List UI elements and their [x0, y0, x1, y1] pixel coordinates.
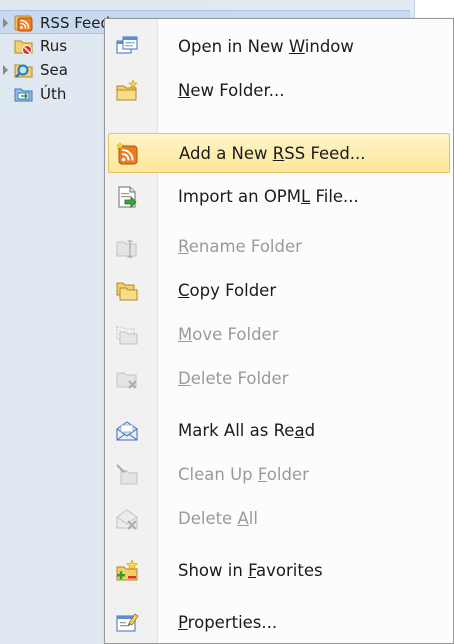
rss-folder-icon [14, 15, 33, 32]
menu-item-label: Delete All [178, 509, 258, 528]
search-folder-icon [14, 64, 33, 78]
menu-item-label: Clean Up Folder [178, 465, 309, 484]
menu-item-clean-up-folder[interactable]: Clean Up Folder [108, 455, 450, 495]
open-new-window-icon [116, 36, 138, 54]
menu-item-label: Mark All as Read [178, 421, 316, 440]
menu-item-new-folder[interactable]: New Folder... [108, 71, 450, 111]
context-menu: Open in New Window New Folder... Add a N… [104, 18, 454, 644]
tree-item-label: Sea [40, 61, 68, 79]
menu-item-copy-folder[interactable]: Copy Folder [108, 271, 450, 311]
tree-item-label: Rus [40, 37, 68, 55]
menu-item-label: Rename Folder [178, 237, 302, 256]
properties-icon [116, 613, 139, 632]
menu-item-label: Show in Favorites [178, 561, 323, 580]
menu-item-rename-folder[interactable]: Rename Folder [108, 227, 450, 267]
menu-item-mark-all-as-read[interactable]: Mark All as Read [108, 411, 450, 451]
delete-folder-icon [116, 372, 137, 389]
menu-item-label: Delete Folder [178, 369, 289, 388]
menu-item-label: Move Folder [178, 325, 279, 344]
show-in-favorites-icon [116, 559, 138, 581]
add-rss-feed-icon [116, 142, 138, 165]
outbox-folder-icon [14, 88, 33, 102]
menu-item-label: Import an OPML File... [178, 187, 359, 206]
junk-folder-icon [14, 40, 33, 55]
menu-item-label: Add a New RSS Feed... [179, 144, 366, 163]
tree-item-label: Úth [40, 85, 67, 103]
menu-item-label: Open in New Window [178, 37, 354, 56]
expand-arrow-icon[interactable] [3, 18, 8, 28]
menu-item-move-folder[interactable]: Move Folder [108, 315, 450, 355]
mark-all-read-icon [116, 421, 138, 441]
menu-item-open-in-new-window[interactable]: Open in New Window [108, 27, 450, 67]
copy-folder-icon [116, 282, 138, 301]
import-opml-icon [118, 186, 137, 208]
menu-item-delete-folder[interactable]: Delete Folder [108, 359, 450, 399]
clean-up-folder-icon [116, 464, 138, 485]
expand-arrow-icon[interactable] [3, 65, 8, 75]
menu-item-label: New Folder... [178, 81, 285, 100]
rename-folder-icon [116, 240, 137, 258]
new-folder-icon [116, 79, 138, 101]
menu-item-label: Copy Folder [178, 281, 277, 300]
menu-item-label: Properties... [178, 613, 278, 632]
menu-item-add-rss-feed[interactable]: Add a New RSS Feed... [108, 133, 450, 173]
menu-item-properties[interactable]: Properties... [108, 603, 450, 643]
menu-item-delete-all[interactable]: Delete All [108, 499, 450, 539]
move-folder-icon [116, 326, 138, 345]
menu-item-import-opml[interactable]: Import an OPML File... [108, 177, 450, 217]
menu-item-show-in-favorites[interactable]: Show in Favorites [108, 551, 450, 591]
delete-all-icon [116, 509, 138, 530]
